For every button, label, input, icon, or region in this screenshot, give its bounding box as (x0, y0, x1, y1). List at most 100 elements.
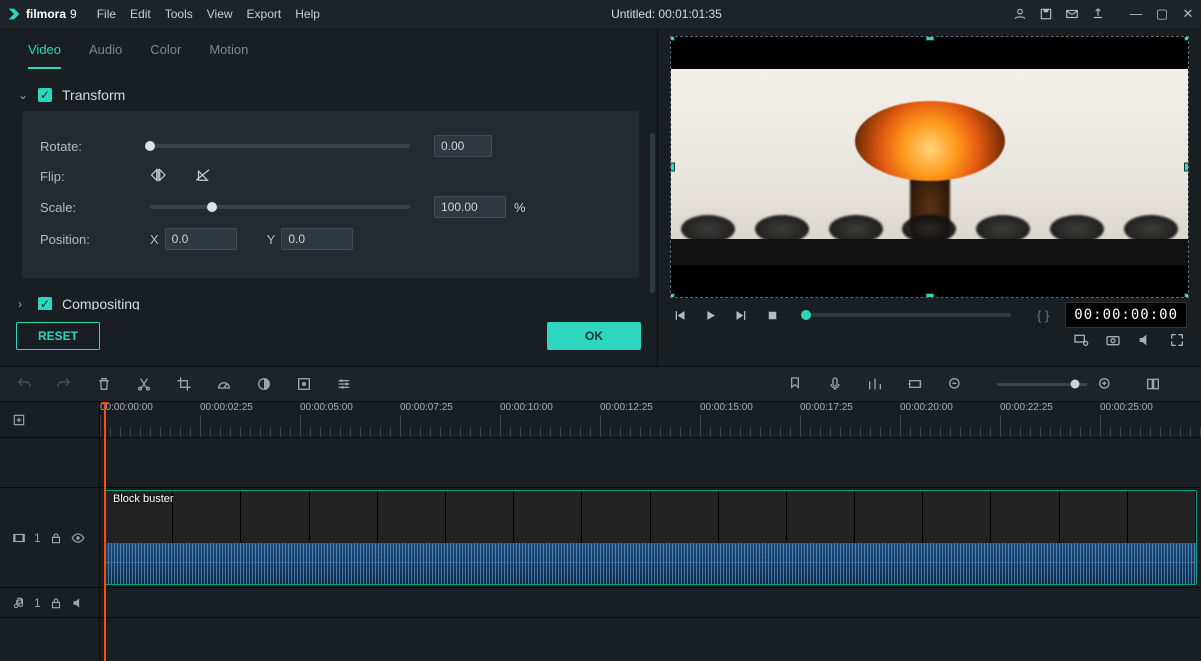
scale-slider[interactable] (150, 205, 410, 209)
menu-file[interactable]: File (97, 7, 116, 21)
preview-timecode: 00:00:00:00 (1065, 302, 1187, 328)
crop-icon[interactable] (176, 376, 192, 392)
transform-handle[interactable] (1184, 163, 1189, 172)
menu-help[interactable]: Help (295, 7, 320, 21)
flip-horizontal-icon[interactable] (150, 167, 168, 186)
flip-label: Flip: (40, 169, 150, 184)
volume-icon[interactable] (1137, 332, 1153, 348)
ruler-mark: 00:00:17:25 (800, 402, 853, 433)
tab-audio[interactable]: Audio (89, 42, 122, 69)
mail-icon[interactable] (1065, 7, 1079, 21)
fullscreen-icon[interactable] (1169, 332, 1185, 348)
track-manager-icon[interactable] (1145, 376, 1161, 392)
menu-view[interactable]: View (207, 7, 233, 21)
transform-handle[interactable] (670, 293, 675, 298)
playhead[interactable] (104, 402, 106, 661)
properties-panel: Video Audio Color Motion ⌄ ✓ Transform (0, 28, 658, 366)
voiceover-icon[interactable] (827, 376, 843, 392)
menu-tools[interactable]: Tools (165, 7, 193, 21)
video-clip[interactable]: Block buster (104, 490, 1197, 585)
audio-mixer-icon[interactable] (867, 376, 883, 392)
scale-slider-thumb[interactable] (207, 202, 217, 212)
scale-input[interactable]: 100.00 (434, 196, 506, 218)
rotate-input[interactable]: 0.00 (434, 135, 492, 157)
transform-handle[interactable] (670, 36, 675, 41)
lock-icon[interactable] (49, 596, 63, 610)
add-track-icon[interactable] (12, 413, 26, 427)
time-ruler[interactable]: 00:00:00:0000:00:02:2500:00:05:0000:00:0… (100, 402, 1201, 438)
save-icon[interactable] (1039, 7, 1053, 21)
position-y-input[interactable]: 0.0 (281, 228, 353, 250)
position-x-label: X (150, 232, 159, 247)
window-close[interactable]: ✕ (1181, 6, 1195, 22)
zoom-to-fit-icon[interactable] (907, 376, 923, 392)
ruler-mark: 00:00:05:00 (300, 402, 353, 433)
video-track-icon (12, 531, 26, 545)
prev-frame-icon[interactable] (672, 308, 687, 323)
ok-button[interactable]: OK (547, 322, 641, 350)
section-compositing: › ✓ Compositing (18, 288, 639, 310)
transform-handle[interactable] (925, 293, 934, 298)
zoom-out-icon[interactable] (947, 376, 963, 392)
ruler-mark: 00:00:10:00 (500, 402, 553, 433)
green-screen-icon[interactable] (296, 376, 312, 392)
stop-icon[interactable] (765, 308, 780, 323)
delete-icon[interactable] (96, 376, 112, 392)
transform-handle[interactable] (1184, 36, 1189, 41)
scale-unit: % (514, 200, 526, 215)
position-x-input[interactable]: 0.0 (165, 228, 237, 250)
zoom-slider[interactable] (997, 383, 1087, 386)
window-minimize[interactable]: — (1129, 6, 1143, 22)
redo-icon[interactable] (56, 376, 72, 392)
mark-in-out-icon[interactable]: { } (1037, 308, 1049, 323)
transform-handle[interactable] (670, 163, 675, 172)
properties-scrollbar[interactable] (650, 133, 655, 293)
account-icon[interactable] (1013, 7, 1027, 21)
track-empty[interactable] (100, 438, 1201, 488)
chevron-down-icon[interactable]: ⌄ (18, 88, 28, 102)
menu-export[interactable]: Export (247, 7, 282, 21)
snapshot-icon[interactable] (1105, 332, 1121, 348)
transform-handle[interactable] (1184, 293, 1189, 298)
undo-icon[interactable] (16, 376, 32, 392)
rotate-label: Rotate: (40, 139, 150, 154)
eye-icon[interactable] (71, 531, 85, 545)
flip-vertical-icon[interactable] (194, 167, 212, 186)
window-maximize[interactable]: ▢ (1155, 6, 1169, 22)
ruler-mark: 00:00:07:25 (400, 402, 453, 433)
speaker-icon[interactable] (71, 596, 85, 610)
zoom-slider-thumb[interactable] (1071, 380, 1080, 389)
scrub-thumb[interactable] (801, 310, 811, 320)
position-label: Position: (40, 232, 150, 247)
transform-checkbox[interactable]: ✓ (38, 88, 52, 102)
color-icon[interactable] (256, 376, 272, 392)
next-frame-icon[interactable] (734, 308, 749, 323)
updates-icon[interactable] (1091, 7, 1105, 21)
transform-handle[interactable] (925, 36, 934, 41)
chevron-right-icon[interactable]: › (18, 297, 28, 310)
marker-icon[interactable] (787, 376, 803, 392)
ruler-mark: 00:00:25:00 (1100, 402, 1153, 433)
tab-color[interactable]: Color (150, 42, 181, 69)
quality-settings-icon[interactable] (1073, 332, 1089, 348)
track-video-1[interactable]: Block buster (100, 488, 1201, 588)
rotate-slider[interactable] (150, 144, 410, 148)
adjust-icon[interactable] (336, 376, 352, 392)
play-icon[interactable] (703, 308, 718, 323)
clip-audio-waveform (105, 543, 1196, 585)
ruler-mark: 00:00:12:25 (600, 402, 653, 433)
lock-icon[interactable] (49, 531, 63, 545)
speed-icon[interactable] (216, 376, 232, 392)
rotate-slider-thumb[interactable] (145, 141, 155, 151)
zoom-in-icon[interactable] (1097, 376, 1113, 392)
tab-video[interactable]: Video (28, 42, 61, 69)
reset-button[interactable]: RESET (16, 322, 100, 350)
tab-motion[interactable]: Motion (209, 42, 248, 69)
compositing-checkbox[interactable]: ✓ (38, 297, 52, 310)
scrub-bar[interactable] (806, 313, 1011, 317)
ruler-mark: 00:00:20:00 (900, 402, 953, 433)
track-audio-1[interactable] (100, 588, 1201, 618)
split-icon[interactable] (136, 376, 152, 392)
menu-edit[interactable]: Edit (130, 7, 151, 21)
preview-canvas[interactable] (670, 36, 1189, 298)
